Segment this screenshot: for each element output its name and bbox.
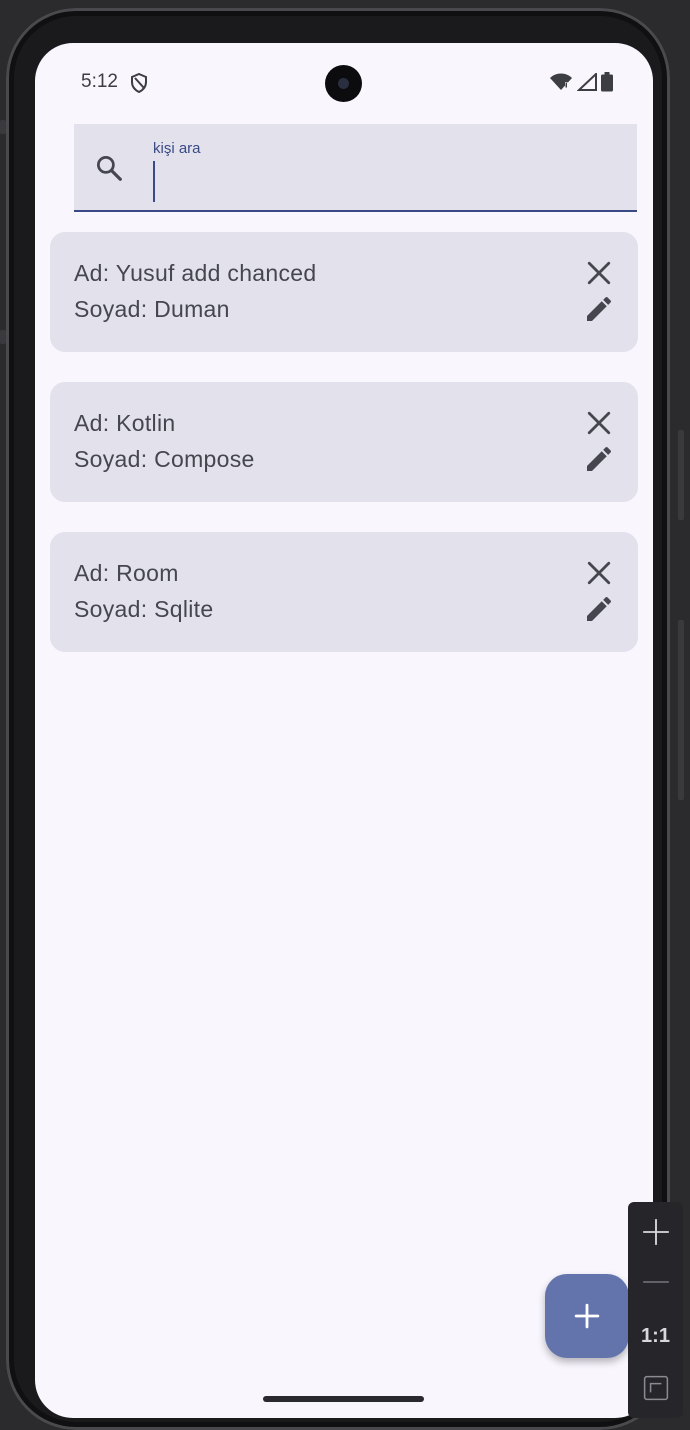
contact-name: Ad: Room [74,560,179,586]
status-bar: 5:12 [35,43,653,123]
search-label: kişi ara [153,140,201,157]
device-frame: 5:12 kişi ara Ad: Yusuf add chanced Soya… [6,8,670,1430]
pencil-icon [587,296,612,321]
pencil-icon [587,446,612,471]
volume-button [678,430,684,520]
zoom-ratio-button[interactable]: 1:1 [628,1316,683,1356]
wifi-icon [549,73,573,96]
edit-button[interactable] [582,292,616,326]
contact-surname: Soyad: Sqlite [74,596,214,622]
contact-card[interactable]: Ad: Yusuf add chanced Soyad: Duman [50,232,638,352]
status-time: 5:12 [81,71,118,92]
emulator-zoom-controls: 1:1 [628,1202,683,1418]
zoom-fit-button[interactable] [628,1366,683,1410]
pencil-icon [587,596,612,621]
plus-icon [642,1219,669,1245]
delete-button[interactable] [582,406,616,440]
text-cursor [153,161,155,202]
search-input[interactable] [153,162,613,202]
delete-button[interactable] [582,256,616,290]
app-screen: 5:12 kişi ara Ad: Yusuf add chanced Soya… [35,43,653,1418]
close-icon [587,561,611,585]
battery-icon [601,72,613,97]
shield-icon [130,72,148,98]
fit-screen-icon [643,1375,668,1401]
edit-button[interactable] [582,592,616,626]
contact-surname: Soyad: Duman [74,296,230,322]
close-icon [587,411,611,435]
plus-icon [574,1303,600,1329]
cellular-signal-icon [576,71,597,96]
contact-name: Ad: Kotlin [74,410,176,436]
edit-button[interactable] [582,442,616,476]
contact-surname: Soyad: Compose [74,446,255,472]
search-icon [94,153,124,188]
contact-name: Ad: Yusuf add chanced [74,260,317,286]
front-camera [325,65,362,102]
add-contact-button[interactable] [545,1274,629,1358]
contact-card[interactable]: Ad: Room Soyad: Sqlite [50,532,638,652]
volume-button-lower [678,620,684,800]
close-icon [587,261,611,285]
minus-icon [642,1281,669,1283]
status-icons [549,71,613,97]
delete-button[interactable] [582,556,616,590]
gesture-nav-handle[interactable] [263,1396,424,1402]
zoom-out-button[interactable] [628,1260,683,1304]
contact-card[interactable]: Ad: Kotlin Soyad: Compose [50,382,638,502]
search-field[interactable]: kişi ara [74,124,637,212]
zoom-in-button[interactable] [628,1210,683,1254]
